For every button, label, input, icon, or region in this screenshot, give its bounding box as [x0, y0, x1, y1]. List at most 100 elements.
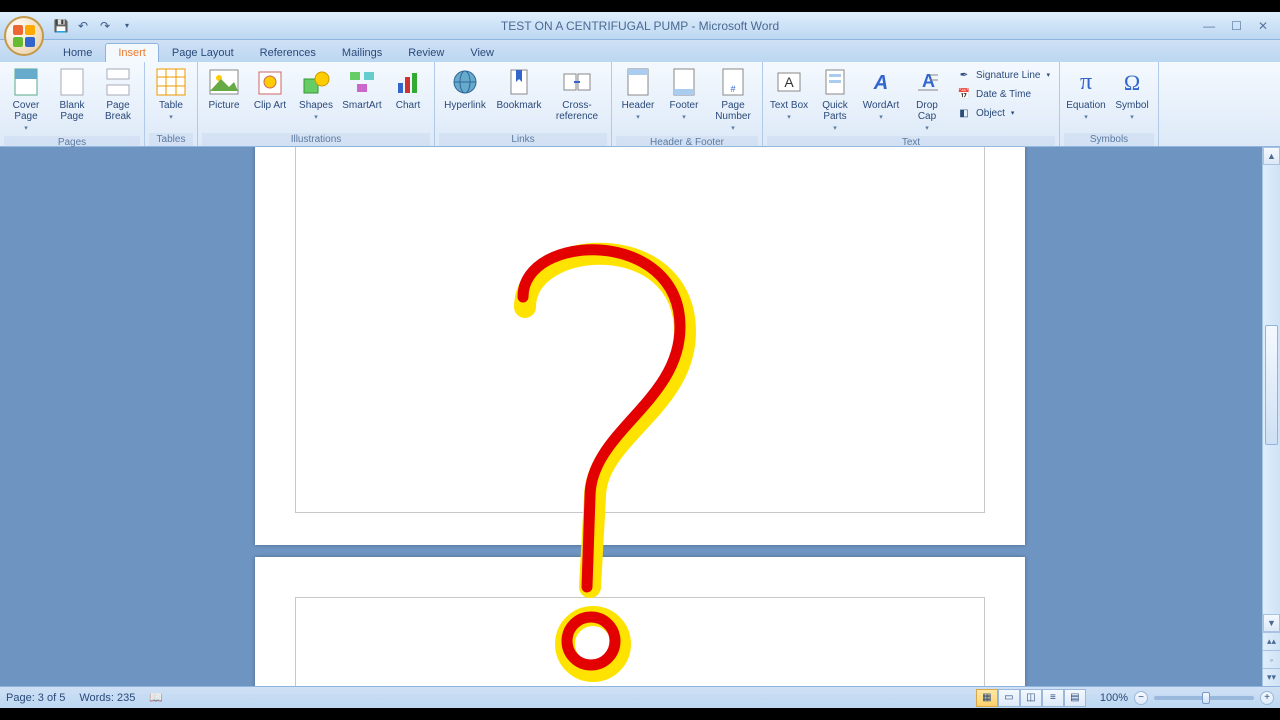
tab-page-layout[interactable]: Page Layout: [159, 43, 247, 62]
zoom-out-button[interactable]: −: [1134, 691, 1148, 705]
tab-view[interactable]: View: [457, 43, 507, 62]
close-button[interactable]: ✕: [1254, 17, 1272, 35]
svg-text:#: #: [730, 84, 735, 94]
zoom-in-button[interactable]: +: [1260, 691, 1274, 705]
quick-parts-icon: [819, 66, 851, 98]
vertical-scrollbar[interactable]: ▲ ▼ ▴▴ ◦ ▾▾: [1262, 147, 1280, 686]
wordart-button[interactable]: AWordArt▾: [859, 64, 903, 125]
document-area[interactable]: ▲ ▼ ▴▴ ◦ ▾▾: [0, 147, 1280, 686]
undo-icon[interactable]: ↶: [74, 17, 92, 35]
signature-icon: ✒: [956, 67, 972, 83]
page-number-button[interactable]: #Page Number▾: [708, 64, 758, 136]
scroll-up-button[interactable]: ▲: [1263, 147, 1280, 165]
view-buttons: ▦ ▭ ◫ ≡ ▤: [976, 689, 1086, 707]
tab-home[interactable]: Home: [50, 43, 105, 62]
group-label: Tables: [149, 133, 193, 146]
window-title: TEST ON A CENTRIFUGAL PUMP - Microsoft W…: [0, 19, 1280, 33]
svg-text:A: A: [922, 71, 935, 91]
zoom-slider[interactable]: [1154, 696, 1254, 700]
header-button[interactable]: Header▾: [616, 64, 660, 125]
group-symbols: πEquation▾ ΩSymbol▾ Symbols: [1060, 62, 1159, 146]
svg-text:A: A: [873, 72, 888, 94]
smartart-icon: [346, 66, 378, 98]
ribbon: Cover Page▾ Blank Page Page Break Pages …: [0, 62, 1280, 147]
page-break-icon: [102, 66, 134, 98]
tab-review[interactable]: Review: [395, 43, 457, 62]
wordart-icon: A: [865, 66, 897, 98]
hyperlink-button[interactable]: Hyperlink: [439, 64, 491, 113]
drop-cap-button[interactable]: ADrop Cap▾: [905, 64, 949, 136]
print-layout-view-button[interactable]: ▦: [976, 689, 998, 707]
zoom-controls: 100% − +: [1100, 691, 1274, 705]
page-break-button[interactable]: Page Break: [96, 64, 140, 124]
quick-parts-button[interactable]: Quick Parts▾: [813, 64, 857, 136]
next-page-button[interactable]: ▾▾: [1263, 668, 1280, 686]
full-screen-view-button[interactable]: ▭: [998, 689, 1020, 707]
picture-button[interactable]: Picture: [202, 64, 246, 113]
scroll-thumb[interactable]: [1265, 325, 1278, 445]
shapes-button[interactable]: Shapes▾: [294, 64, 338, 125]
group-text: AText Box▾ Quick Parts▾ AWordArt▾ ADrop …: [763, 62, 1060, 146]
office-logo-icon: [13, 25, 35, 47]
word-count[interactable]: Words: 235: [79, 692, 135, 704]
status-bar: Page: 3 of 5 Words: 235 📖 ▦ ▭ ◫ ≡ ▤ 100%…: [0, 686, 1280, 708]
table-icon: [155, 66, 187, 98]
ribbon-tabs: Home Insert Page Layout References Maili…: [0, 40, 1280, 62]
page-indicator[interactable]: Page: 3 of 5: [6, 692, 65, 704]
drop-cap-icon: A: [911, 66, 943, 98]
scroll-down-button[interactable]: ▼: [1263, 614, 1280, 632]
footer-icon: [668, 66, 700, 98]
cross-reference-button[interactable]: Cross-reference: [547, 64, 607, 124]
date-time-button[interactable]: 📅Date & Time: [953, 85, 1053, 103]
draft-view-button[interactable]: ▤: [1064, 689, 1086, 707]
tab-mailings[interactable]: Mailings: [329, 43, 395, 62]
object-button[interactable]: ◧Object ▾: [953, 104, 1053, 122]
zoom-level[interactable]: 100%: [1100, 692, 1128, 704]
qat-dropdown-icon[interactable]: ▾: [118, 17, 136, 35]
proofing-icon[interactable]: 📖: [149, 691, 163, 704]
scroll-track[interactable]: [1263, 165, 1280, 614]
symbol-icon: Ω: [1116, 66, 1148, 98]
blank-page-button[interactable]: Blank Page: [50, 64, 94, 124]
web-layout-view-button[interactable]: ◫: [1020, 689, 1042, 707]
minimize-button[interactable]: —: [1199, 17, 1219, 35]
cross-reference-icon: [561, 66, 593, 98]
office-button[interactable]: [4, 16, 44, 56]
symbol-button[interactable]: ΩSymbol▾: [1110, 64, 1154, 125]
tab-insert[interactable]: Insert: [105, 43, 159, 62]
shapes-icon: [300, 66, 332, 98]
group-pages: Cover Page▾ Blank Page Page Break Pages: [0, 62, 145, 146]
quick-access-toolbar: 💾 ↶ ↷ ▾: [52, 17, 136, 35]
zoom-slider-knob[interactable]: [1202, 692, 1210, 704]
page-3[interactable]: [255, 147, 1025, 545]
object-icon: ◧: [956, 105, 972, 121]
equation-button[interactable]: πEquation▾: [1064, 64, 1108, 125]
redo-icon[interactable]: ↷: [96, 17, 114, 35]
outline-view-button[interactable]: ≡: [1042, 689, 1064, 707]
text-box-button[interactable]: AText Box▾: [767, 64, 811, 125]
group-label: Symbols: [1064, 133, 1154, 146]
blank-page-icon: [56, 66, 88, 98]
cover-page-button[interactable]: Cover Page▾: [4, 64, 48, 136]
prev-page-button[interactable]: ▴▴: [1263, 632, 1280, 650]
header-icon: [622, 66, 654, 98]
footer-button[interactable]: Footer▾: [662, 64, 706, 125]
bookmark-button[interactable]: Bookmark: [493, 64, 545, 113]
picture-icon: [208, 66, 240, 98]
cover-page-icon: [10, 66, 42, 98]
tab-references[interactable]: References: [247, 43, 329, 62]
bookmark-icon: [503, 66, 535, 98]
equation-icon: π: [1070, 66, 1102, 98]
clip-art-icon: [254, 66, 286, 98]
chart-button[interactable]: Chart: [386, 64, 430, 113]
maximize-button[interactable]: ☐: [1227, 17, 1246, 35]
browse-object-button[interactable]: ◦: [1263, 650, 1280, 668]
signature-line-button[interactable]: ✒Signature Line ▾: [953, 66, 1053, 84]
save-icon[interactable]: 💾: [52, 17, 70, 35]
table-button[interactable]: Table▾: [149, 64, 193, 125]
word-window: 💾 ↶ ↷ ▾ TEST ON A CENTRIFUGAL PUMP - Mic…: [0, 12, 1280, 708]
smartart-button[interactable]: SmartArt: [340, 64, 384, 113]
clip-art-button[interactable]: Clip Art: [248, 64, 292, 113]
text-box-icon: A: [773, 66, 805, 98]
page-4[interactable]: [255, 557, 1025, 686]
